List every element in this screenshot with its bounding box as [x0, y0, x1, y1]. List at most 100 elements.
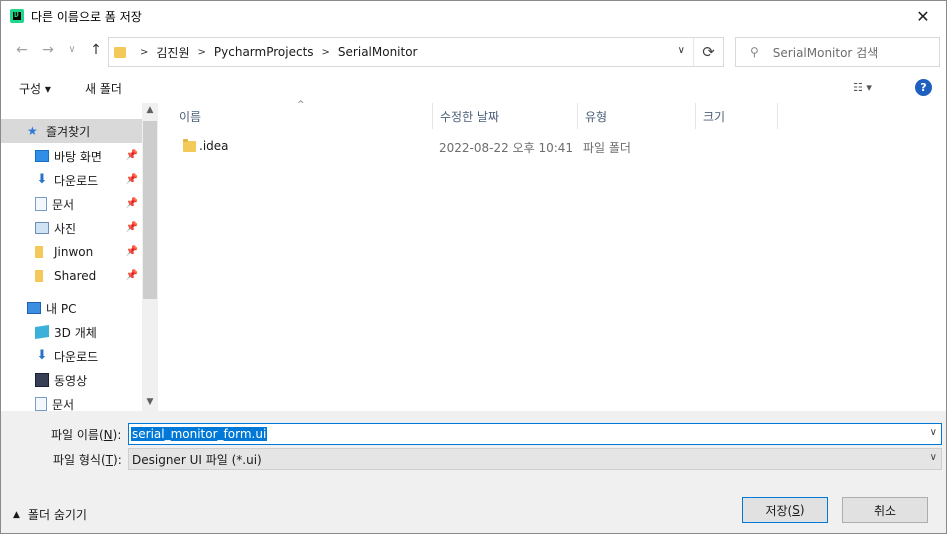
chevron-right-icon: > — [197, 46, 206, 58]
title-bar: D 다른 이름으로 폼 저장 ✕ — [1, 1, 946, 31]
close-button[interactable]: ✕ — [900, 1, 946, 31]
download-icon: ⬇ — [36, 172, 48, 187]
refresh-button[interactable]: ⟳ — [693, 38, 723, 66]
save-dialog: D 다른 이름으로 폼 저장 ✕ ← → ∨ ↑ > 김진원 > Pycharm… — [0, 0, 947, 534]
tree-item-label: 즐겨찾기 — [46, 124, 91, 139]
pin-icon: 📌 — [125, 270, 138, 281]
up-button[interactable]: ↑ — [87, 41, 105, 59]
column-header-name[interactable]: 이름 ^ — [173, 100, 433, 129]
forward-button[interactable]: → — [39, 41, 57, 59]
tree-item-label: 문서 — [52, 397, 75, 412]
file-type: 파일 폴더 — [583, 141, 631, 155]
scroll-down-arrow-icon[interactable]: ▼ — [142, 397, 158, 407]
file-row[interactable]: .idea 2022-08-22 오후 10:41 파일 폴더 — [173, 137, 773, 157]
tree-item-3d-objects[interactable]: 3D 개체 — [1, 320, 142, 344]
tree-item-pc-documents[interactable]: 문서 — [1, 392, 142, 411]
chevron-down-icon: ∨ — [929, 452, 937, 463]
filename-input[interactable]: serial_monitor_form.ui ∨ — [128, 423, 942, 445]
filetype-label: 파일 형식(T): — [53, 453, 122, 467]
tree-item-pc-downloads[interactable]: ⬇ 다운로드 — [1, 344, 142, 368]
breadcrumb: > 김진원 > PycharmProjects > SerialMonitor — [132, 44, 418, 61]
chevron-right-icon: > — [140, 46, 149, 58]
picture-icon — [35, 222, 49, 234]
breadcrumb-item-user[interactable]: 김진원 — [156, 44, 189, 61]
column-header-label: 크기 — [703, 109, 726, 124]
recent-locations-button[interactable]: ∨ — [63, 41, 81, 59]
tree-item-this-pc[interactable]: 내 PC — [1, 296, 142, 320]
tree-item-videos[interactable]: 동영상 — [1, 368, 142, 392]
tree-item-shared[interactable]: Shared 📌 — [1, 264, 142, 288]
navigation-bar: ← → ∨ ↑ > 김진원 > PycharmProjects > Serial… — [1, 35, 946, 67]
help-button[interactable]: ? — [915, 79, 932, 96]
tree-item-label: 사진 — [54, 221, 77, 236]
folder-icon — [114, 46, 126, 58]
document-icon — [35, 397, 47, 411]
filename-label: 파일 이름(N): — [51, 428, 122, 442]
video-icon — [35, 373, 49, 387]
tree-item-label: Shared — [54, 269, 97, 283]
column-header-modified[interactable]: 수정한 날짜 — [434, 103, 578, 129]
computer-icon — [27, 302, 41, 314]
folder-icon — [35, 270, 43, 282]
cancel-button[interactable]: 취소 — [842, 497, 928, 523]
organize-button[interactable]: 구성 ▾ — [19, 80, 51, 97]
column-header-label: 이름 — [179, 109, 202, 124]
search-placeholder: SerialMonitor 검색 — [772, 45, 879, 60]
search-box[interactable]: ⚲ SerialMonitor 검색 — [735, 37, 940, 67]
folder-icon — [183, 139, 196, 152]
toolbar: 구성 ▾ 새 폴더 ☷ ▾ ? — [1, 73, 946, 103]
column-header-label: 유형 — [585, 109, 608, 124]
breadcrumb-item-serialmonitor[interactable]: SerialMonitor — [338, 45, 418, 59]
document-icon — [35, 197, 47, 211]
scroll-up-arrow-icon[interactable]: ▲ — [142, 105, 158, 115]
tree-item-desktop[interactable]: 바탕 화면 📌 — [1, 144, 142, 168]
tree-item-jinwon[interactable]: Jinwon 📌 — [1, 240, 142, 264]
pin-icon: 📌 — [125, 150, 138, 161]
file-modified: 2022-08-22 오후 10:41 — [439, 141, 574, 155]
navigation-scrollbar[interactable]: ▲ ▼ — [142, 103, 158, 411]
column-header-type[interactable]: 유형 — [579, 103, 696, 129]
back-button[interactable]: ← — [13, 41, 31, 59]
3d-objects-icon — [35, 325, 49, 339]
save-form: 파일 이름(N): serial_monitor_form.ui ∨ 파일 형식… — [1, 411, 946, 533]
tree-item-label: 동영상 — [54, 373, 88, 388]
chevron-right-icon: > — [321, 46, 330, 58]
change-view-button[interactable]: ☷ ▾ — [853, 81, 872, 94]
sort-ascending-icon: ^ — [297, 100, 305, 110]
tree-item-label: 바탕 화면 — [54, 149, 102, 164]
hide-folders-toggle[interactable]: ▲ 폴더 숨기기 — [13, 506, 87, 523]
save-button[interactable]: 저장(S) — [742, 497, 828, 523]
tree-item-label: 내 PC — [46, 301, 77, 316]
file-list: 이름 ^ 수정한 날짜 유형 크기 .idea 2022-08-22 오후 10… — [159, 100, 946, 411]
chevron-down-icon[interactable]: ∨ — [930, 427, 937, 438]
scrollbar-thumb[interactable] — [143, 121, 157, 299]
designer-app-icon: D — [10, 9, 24, 23]
filename-value: serial_monitor_form.ui — [131, 427, 268, 441]
hide-folders-label: 폴더 숨기기 — [27, 508, 87, 522]
folder-icon — [35, 246, 43, 258]
navigation-pane: ★ 즐겨찾기 바탕 화면 📌 ⬇ 다운로드 📌 문서 📌 사진 📌 Jinwon… — [1, 103, 158, 411]
pin-icon: 📌 — [125, 174, 138, 185]
address-dropdown-button[interactable]: ∨ — [678, 45, 685, 56]
tree-item-documents[interactable]: 문서 📌 — [1, 192, 142, 216]
tree-item-label: 3D 개체 — [54, 325, 97, 340]
star-icon: ★ — [27, 124, 38, 138]
tree-item-pictures[interactable]: 사진 📌 — [1, 216, 142, 240]
new-folder-button[interactable]: 새 폴더 — [85, 80, 122, 97]
column-header-size[interactable]: 크기 — [697, 103, 778, 129]
pin-icon: 📌 — [125, 198, 138, 209]
tree-item-label: 문서 — [52, 197, 75, 212]
desktop-icon — [35, 150, 49, 162]
breadcrumb-item-pycharmprojects[interactable]: PycharmProjects — [214, 45, 314, 59]
filetype-select[interactable]: Designer UI 파일 (*.ui) ∨ — [128, 448, 942, 470]
download-icon: ⬇ — [36, 348, 48, 363]
tree-item-downloads[interactable]: ⬇ 다운로드 📌 — [1, 168, 142, 192]
filetype-value: Designer UI 파일 (*.ui) — [132, 452, 262, 467]
tree-item-label: 다운로드 — [54, 349, 99, 364]
column-header-label: 수정한 날짜 — [440, 109, 500, 124]
pin-icon: 📌 — [125, 246, 138, 257]
address-bar[interactable]: > 김진원 > PycharmProjects > SerialMonitor … — [108, 37, 724, 67]
file-name: .idea — [199, 139, 229, 153]
tree-item-quick-access[interactable]: ★ 즐겨찾기 — [1, 119, 142, 143]
pin-icon: 📌 — [125, 222, 138, 233]
